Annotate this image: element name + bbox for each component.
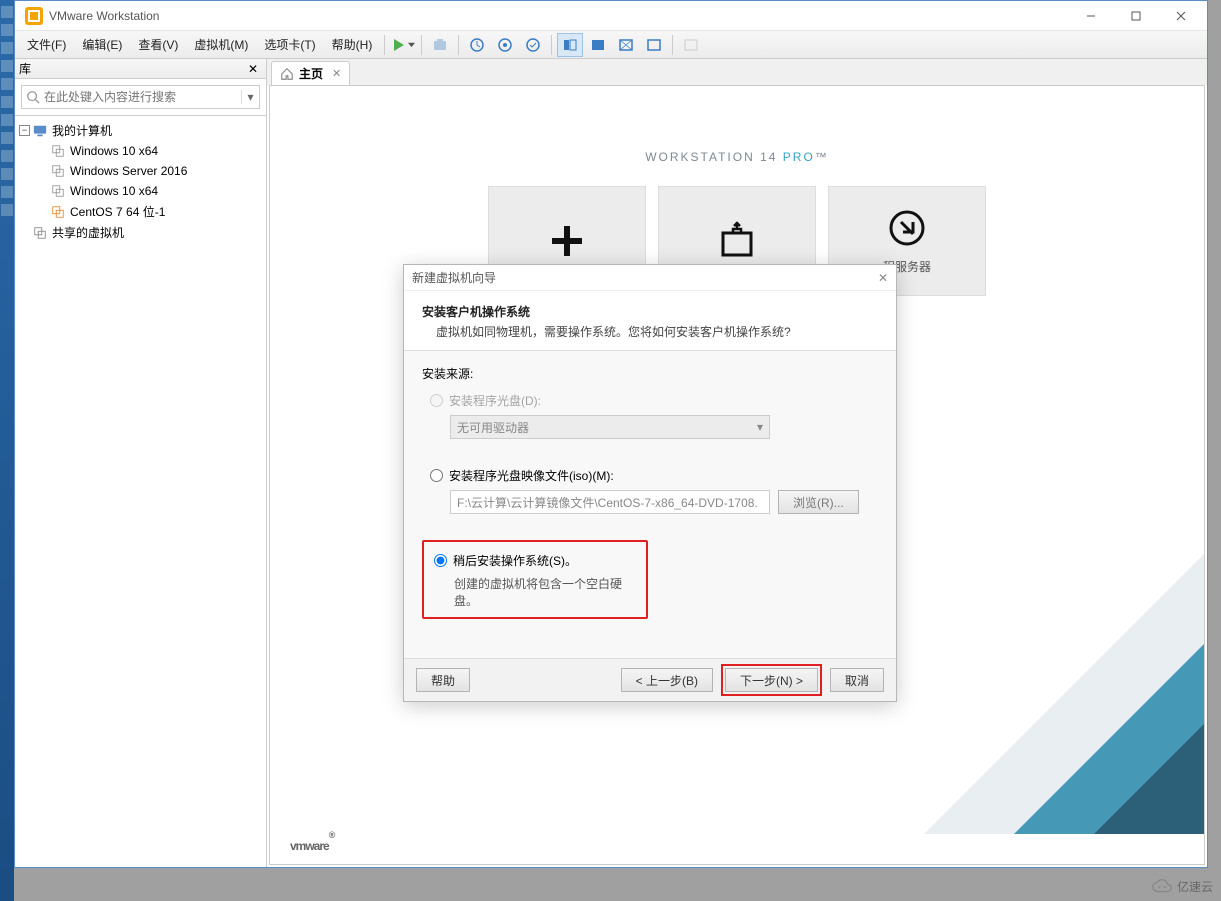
plus-icon: [547, 221, 587, 261]
vm-icon: [50, 143, 66, 159]
cancel-button[interactable]: 取消: [830, 668, 884, 692]
tree-label: Windows 10 x64: [70, 184, 158, 198]
wizard-titlebar[interactable]: 新建虚拟机向导 ✕: [404, 265, 896, 291]
sidebar: 库 ✕ ▾ − 我的计算机 Windows 10: [15, 59, 267, 867]
radio-iso-file[interactable]: 安装程序光盘映像文件(iso)(M):: [430, 467, 878, 484]
radio-installer-disc: 安装程序光盘(D):: [430, 392, 878, 409]
open-icon: [717, 221, 757, 261]
source-label: 安装来源:: [422, 365, 878, 382]
power-on-button[interactable]: [390, 33, 416, 57]
desktop-left-strip: [0, 0, 14, 901]
tb-icon-3[interactable]: [520, 33, 546, 57]
help-button[interactable]: 帮助: [416, 668, 470, 692]
drive-value: 无可用驱动器: [457, 419, 529, 436]
shared-icon: [32, 225, 48, 241]
product-title: WORKSTATION 14 PRO™: [270, 136, 1204, 168]
highlight-install-later: 稍后安装操作系统(S)。 创建的虚拟机将包含一个空白硬盘。: [422, 540, 648, 619]
computer-icon: [32, 123, 48, 139]
radio-label: 安装程序光盘映像文件(iso)(M):: [449, 467, 614, 484]
menu-vm[interactable]: 虚拟机(M): [186, 32, 256, 57]
wizard-footer: 帮助 < 上一步(B) 下一步(N) > 取消: [404, 659, 896, 701]
drive-combo: 无可用驱动器 ▾: [450, 415, 770, 439]
view-mode-4[interactable]: [641, 33, 667, 57]
sidebar-title: 库: [19, 60, 31, 77]
watermark-text: 亿速云: [1177, 878, 1213, 895]
search-icon: [26, 90, 40, 104]
radio-label: 稍后安装操作系统(S)。: [453, 552, 577, 569]
tree-item-vm[interactable]: Windows 10 x64: [15, 141, 266, 161]
next-button[interactable]: 下一步(N) >: [725, 668, 818, 692]
radio-label: 安装程序光盘(D):: [449, 392, 541, 409]
tree-label: 我的计算机: [52, 122, 112, 139]
tab-strip: 主页 ✕: [267, 59, 1207, 85]
search-dropdown[interactable]: ▾: [241, 90, 255, 104]
maximize-button[interactable]: [1113, 2, 1158, 30]
wizard-title-text: 新建虚拟机向导: [412, 269, 496, 286]
decor-triangles: [924, 554, 1204, 834]
sidebar-header: 库 ✕: [15, 59, 266, 79]
tb-icon-1[interactable]: [464, 33, 490, 57]
sidebar-close-button[interactable]: ✕: [244, 62, 262, 76]
install-later-desc: 创建的虚拟机将包含一个空白硬盘。: [454, 575, 636, 609]
app-icon: [25, 7, 43, 25]
wizard-close-button[interactable]: ✕: [878, 271, 888, 285]
tb-icon-2[interactable]: [492, 33, 518, 57]
search-box[interactable]: ▾: [21, 85, 260, 109]
wizard-subheading: 虚拟机如同物理机，需要操作系统。您将如何安装客户机操作系统?: [422, 323, 878, 340]
radio-input[interactable]: [430, 469, 443, 482]
radio-input: [430, 394, 443, 407]
view-mode-1[interactable]: [557, 33, 583, 57]
minimize-button[interactable]: [1068, 2, 1113, 30]
tab-home[interactable]: 主页 ✕: [271, 61, 350, 85]
tree-item-vm[interactable]: CentOS 7 64 位-1: [15, 201, 266, 222]
tree-label: Windows Server 2016: [70, 164, 187, 178]
menu-tabs[interactable]: 选项卡(T): [256, 32, 323, 57]
vm-icon: [50, 204, 66, 220]
back-button[interactable]: < 上一步(B): [621, 668, 713, 692]
cloud-icon: [1151, 875, 1173, 897]
app-title: VMware Workstation: [49, 9, 159, 23]
tree-item-vm[interactable]: Windows 10 x64: [15, 181, 266, 201]
snapshot-button[interactable]: [427, 33, 453, 57]
view-mode-2[interactable]: [585, 33, 611, 57]
view-mode-3[interactable]: [613, 33, 639, 57]
chevron-down-icon: ▾: [757, 420, 763, 434]
vm-icon: [50, 163, 66, 179]
tree-item-vm[interactable]: Windows Server 2016: [15, 161, 266, 181]
tab-close-button[interactable]: ✕: [328, 67, 341, 80]
menu-file[interactable]: 文件(F): [19, 32, 74, 57]
tab-label: 主页: [299, 65, 323, 82]
connect-icon: [887, 208, 927, 248]
watermark: 亿速云: [1151, 875, 1213, 897]
vm-tree: − 我的计算机 Windows 10 x64 Windows Server 20…: [15, 115, 266, 867]
menu-help[interactable]: 帮助(H): [324, 32, 381, 57]
highlight-next: 下一步(N) >: [721, 664, 822, 696]
tree-label: Windows 10 x64: [70, 144, 158, 158]
home-icon: [280, 67, 294, 81]
tree-label: CentOS 7 64 位-1: [70, 203, 165, 220]
radio-install-later[interactable]: 稍后安装操作系统(S)。: [434, 552, 636, 569]
tree-shared-vms[interactable]: 共享的虚拟机: [15, 222, 266, 243]
menu-edit[interactable]: 编辑(E): [74, 32, 130, 57]
wizard-header: 安装客户机操作系统 虚拟机如同物理机，需要操作系统。您将如何安装客户机操作系统?: [404, 291, 896, 351]
title-bar[interactable]: VMware Workstation: [15, 1, 1207, 31]
new-vm-wizard: 新建虚拟机向导 ✕ 安装客户机操作系统 虚拟机如同物理机，需要操作系统。您将如何…: [403, 264, 897, 702]
wizard-body: 安装来源: 安装程序光盘(D): 无可用驱动器 ▾ 安装程序光盘映像文件(iso…: [404, 351, 896, 659]
tree-root-my-computer[interactable]: − 我的计算机: [15, 120, 266, 141]
tree-label: 共享的虚拟机: [52, 224, 124, 241]
vm-icon: [50, 183, 66, 199]
collapse-icon[interactable]: −: [19, 125, 30, 136]
menu-bar: 文件(F) 编辑(E) 查看(V) 虚拟机(M) 选项卡(T) 帮助(H): [15, 31, 1207, 59]
browse-button[interactable]: 浏览(R)...: [778, 490, 859, 514]
iso-path-input[interactable]: [450, 490, 770, 514]
close-button[interactable]: [1158, 2, 1203, 30]
radio-input[interactable]: [434, 554, 447, 567]
wizard-heading: 安装客户机操作系统: [422, 303, 878, 320]
menu-view[interactable]: 查看(V): [130, 32, 186, 57]
vmware-logo: vmware®: [290, 830, 334, 856]
search-input[interactable]: [44, 90, 241, 104]
tb-icon-end[interactable]: [678, 33, 704, 57]
